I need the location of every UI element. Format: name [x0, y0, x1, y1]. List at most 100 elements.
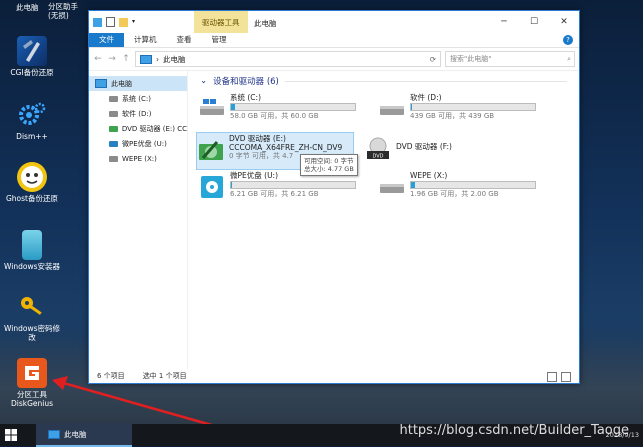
close-button[interactable]: ✕ — [549, 11, 579, 33]
back-arrow-icon[interactable]: ← — [93, 54, 103, 64]
pc-icon — [48, 429, 60, 439]
sidebar-item-label: 此电脑 — [111, 79, 132, 88]
status-item-count: 6 个项目 — [97, 372, 125, 380]
desktop-icon-windows-installer[interactable]: Windows安装器 — [3, 230, 61, 271]
dvd-icon — [109, 125, 118, 132]
diskgenius-icon — [17, 358, 47, 388]
search-icon: ⌕ — [567, 54, 571, 63]
svg-text:DVD: DVD — [372, 154, 383, 160]
desktop-label-this-pc[interactable]: 此电脑 — [16, 2, 39, 13]
capacity-bar — [410, 181, 536, 189]
taskbar-item-label: 此电脑 — [64, 429, 87, 439]
forward-arrow-icon[interactable]: → — [107, 54, 117, 64]
search-input[interactable]: 搜索"此电脑" ⌕ — [445, 51, 575, 67]
group-header[interactable]: ⌄ 设备和驱动器 (6) — [200, 74, 567, 88]
drive-name: 系统 (C:) — [230, 93, 261, 102]
view-toggle — [547, 372, 571, 382]
content-pane: ⌄ 设备和驱动器 (6) 系统 (C:) 58.0 GB 可用，共 60.0 G… — [188, 70, 579, 369]
desktop-icon-label: Dism++ — [16, 132, 48, 141]
drive-volume-label: CCCOMA_X64FRE_ZH-CN_DV9 — [229, 143, 343, 152]
breadcrumb-this-pc[interactable]: 此电脑 — [163, 54, 186, 65]
drive-icon — [109, 95, 118, 102]
sidebar-item-e[interactable]: DVD 驱动器 (E:) CC — [89, 121, 187, 136]
drive-free-space: 439 GB 可用，共 439 GB — [410, 112, 495, 120]
sidebar-item-this-pc[interactable]: 此电脑 — [89, 76, 187, 91]
watermark: https://blog.csdn.net/Builder_Taoge — [399, 423, 630, 438]
sidebar-item-c[interactable]: 系统 (C:) — [89, 91, 187, 106]
gear-icon — [17, 100, 47, 130]
address-bar-row: ← → ↑ › 此电脑 ⟳ 搜索"此电脑" ⌕ — [89, 48, 579, 71]
sidebar-item-label: WEPE (X:) — [122, 154, 157, 163]
new-folder-icon[interactable] — [119, 17, 128, 27]
up-arrow-icon[interactable]: ↑ — [121, 54, 131, 64]
cgi-icon — [17, 36, 47, 66]
properties-icon[interactable] — [106, 17, 115, 27]
address-input[interactable]: › 此电脑 ⟳ — [135, 51, 441, 67]
details-view-icon[interactable] — [547, 372, 557, 382]
start-button[interactable] — [0, 424, 22, 446]
maximize-button[interactable]: ☐ — [519, 11, 549, 33]
chevron-down-icon[interactable]: ▾ — [132, 18, 138, 27]
title-bar[interactable]: ▾ 驱动器工具 此电脑 ─ ☐ ✕ — [89, 11, 579, 33]
explorer-window: ▾ 驱动器工具 此电脑 ─ ☐ ✕ 文件 计算机 查看 管理 ? ← → ↑ ›… — [88, 10, 580, 384]
usb-drive-icon — [201, 176, 223, 198]
sidebar-item-d[interactable]: 软件 (D:) — [89, 106, 187, 121]
chevron-down-icon: ⌄ — [200, 76, 208, 86]
desktop-icon-label: Windows密码修改 — [4, 324, 60, 342]
desktop-icon-diskgenius[interactable]: 分区工具 DiskGenius — [3, 358, 61, 408]
breadcrumb-sep-icon: › — [156, 54, 159, 64]
drive-name: DVD 驱动器 (E:) — [229, 134, 286, 143]
desktop-icon-ghost[interactable]: Ghost备份还原 — [3, 162, 61, 203]
key-icon — [17, 292, 47, 322]
desktop-icon-label: Windows安装器 — [4, 262, 60, 271]
drive-free-space: 58.0 GB 可用，共 60.0 GB — [230, 112, 319, 120]
hard-drive-icon — [380, 184, 404, 193]
hard-drive-icon — [380, 106, 404, 115]
drive-free-space: 1.96 GB 可用，共 2.00 GB — [410, 190, 499, 198]
capacity-bar — [230, 181, 356, 189]
ribbon-tabs: 文件 计算机 查看 管理 ? — [89, 33, 579, 48]
drive-free-space: 6.21 GB 可用，共 6.21 GB — [230, 190, 319, 198]
sidebar-item-x[interactable]: WEPE (X:) — [89, 151, 187, 166]
tab-view[interactable]: 查看 — [167, 33, 202, 47]
dvd-drive-icon: DVD — [367, 137, 389, 160]
drive-tools-tab[interactable]: 驱动器工具 — [194, 11, 248, 33]
sidebar-item-u[interactable]: 微PE优盘 (U:) — [89, 136, 187, 151]
pc-icon — [93, 17, 102, 27]
sidebar-item-label: 软件 (D:) — [122, 109, 152, 118]
desktop-icon-label: CGI备份还原 — [10, 68, 54, 77]
search-placeholder: 搜索"此电脑" — [450, 55, 492, 63]
refresh-icon[interactable]: ⟳ — [430, 55, 440, 64]
desktop-label-partition-assistant[interactable]: 分区助手(无损) — [48, 2, 88, 20]
desktop-icon-cgi[interactable]: CGI备份还原 — [3, 36, 61, 77]
window-controls: ─ ☐ ✕ — [489, 11, 579, 33]
quick-access-toolbar: ▾ — [89, 17, 138, 27]
desktop-icon-password[interactable]: Windows密码修改 — [3, 292, 61, 342]
tab-manage[interactable]: 管理 — [202, 33, 237, 47]
hard-drive-icon — [200, 99, 224, 115]
tab-computer[interactable]: 计算机 — [124, 33, 167, 47]
sidebar-item-label: 系统 (C:) — [122, 94, 151, 103]
drive-tile-x[interactable]: WEPE (X:) 1.96 GB 可用，共 2.00 GB — [378, 170, 536, 206]
drive-icon — [109, 110, 118, 117]
desktop-icon-label: Ghost备份还原 — [5, 194, 58, 203]
dvd-icon — [199, 141, 223, 160]
drive-tile-d[interactable]: 软件 (D:) 439 GB 可用，共 439 GB — [378, 92, 536, 128]
drive-name: DVD 驱动器 (F:) — [396, 142, 452, 151]
drive-tile-c[interactable]: 系统 (C:) 58.0 GB 可用，共 60.0 GB — [198, 92, 356, 128]
tooltip-free-space: 可用空间: 0 字节 — [304, 157, 354, 165]
minimize-button[interactable]: ─ — [489, 11, 519, 33]
tooltip-total-size: 总大小: 4.77 GB — [304, 165, 354, 173]
tab-file[interactable]: 文件 — [89, 33, 124, 47]
tiles-view-icon[interactable] — [561, 372, 571, 382]
taskbar-item-this-pc[interactable]: 此电脑 — [36, 423, 132, 447]
window-title: 此电脑 — [254, 19, 277, 28]
help-icon[interactable]: ? — [563, 35, 573, 45]
drive-name: 软件 (D:) — [410, 93, 442, 102]
drive-tile-f[interactable]: DVD DVD 驱动器 (F:) — [364, 132, 522, 168]
capacity-bar — [410, 103, 536, 111]
desktop-icon-label: 分区工具 DiskGenius — [10, 390, 54, 408]
status-bar: 6 个项目 选中 1 个项目 — [89, 369, 579, 383]
sidebar-item-label: DVD 驱动器 (E:) CC — [121, 124, 187, 133]
desktop-icon-dism[interactable]: Dism++ — [3, 100, 61, 141]
